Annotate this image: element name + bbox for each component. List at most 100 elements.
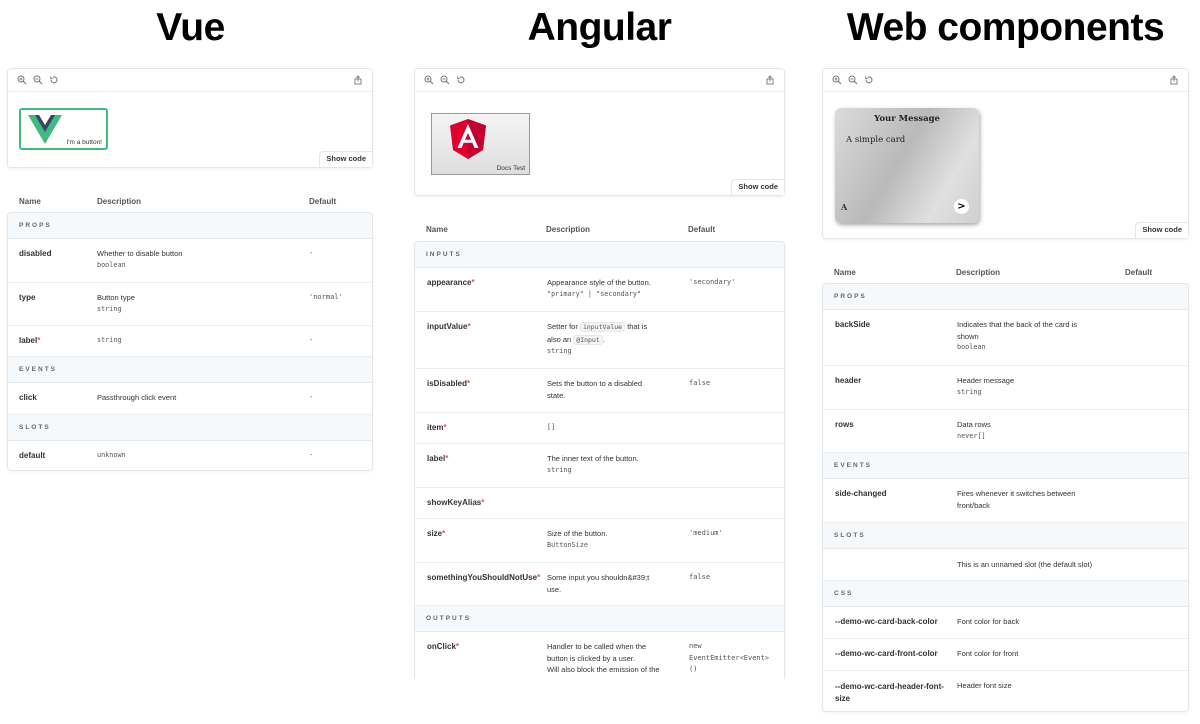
table-row: backSide Indicates that the back of the … <box>823 310 1188 366</box>
input-type: [] <box>547 423 556 431</box>
card-body: A simple card <box>846 135 906 145</box>
table-section-events: EVENTS <box>8 357 372 383</box>
prop-description: Whether to disable button boolean <box>97 249 183 269</box>
prop-name: backSide <box>835 320 871 329</box>
required-marker: * <box>37 336 41 345</box>
reset-zoom-icon[interactable] <box>862 73 876 87</box>
event-default: - <box>309 393 314 401</box>
css-var-description: Font color for back <box>957 617 1020 626</box>
table-row: This is an unnamed slot (the default slo… <box>823 549 1188 581</box>
angular-logo-icon <box>450 119 486 164</box>
prop-default: - <box>309 336 314 344</box>
table-row: type Button type string 'normal' <box>8 283 372 326</box>
vue-args-table: PROPS disabled Whether to disable button… <box>7 212 373 471</box>
table-row: header Header message string <box>823 366 1188 410</box>
card-header: Your Message <box>874 114 940 124</box>
angular-preview-toolbar <box>415 69 784 92</box>
angular-header-default: Default <box>688 225 716 234</box>
angular-demo-caption: Docs Test <box>496 165 525 172</box>
css-var-name: --demo-wc-card-back-color <box>835 617 938 626</box>
required-marker: * <box>467 379 471 388</box>
share-icon[interactable] <box>351 73 365 87</box>
prop-default: 'normal' <box>309 293 343 301</box>
input-default: false <box>689 573 711 581</box>
table-row: inputValue* Setter for inputValue that i… <box>415 312 784 369</box>
vue-header-default: Default <box>309 197 337 206</box>
share-icon[interactable] <box>763 73 777 87</box>
table-row: size* Size of the button. ButtonSize 'me… <box>415 519 784 563</box>
prop-name: rows <box>835 420 854 429</box>
prop-default: - <box>309 249 314 257</box>
zoom-in-icon[interactable] <box>830 73 844 87</box>
table-section-slots: SLOTS <box>8 415 372 441</box>
table-row: side-changed Fires whenever it switches … <box>823 479 1188 523</box>
input-name: label* <box>427 454 449 463</box>
css-var-name: --demo-wc-card-front-color <box>835 649 938 658</box>
table-row: click Passthrough click event - <box>8 383 372 415</box>
required-marker: * <box>442 529 446 538</box>
css-var-description: Font color for front <box>957 649 1019 658</box>
angular-header-name: Name <box>426 225 448 234</box>
event-name: side-changed <box>835 489 887 498</box>
table-row: somethingYouShouldNotUse* Some input you… <box>415 563 784 606</box>
zoom-in-icon[interactable] <box>15 73 29 87</box>
angular-demo-button[interactable]: Docs Test <box>431 113 530 175</box>
wc-args-table: PROPS backSide Indicates that the back o… <box>822 283 1189 712</box>
share-icon[interactable] <box>1167 73 1181 87</box>
event-description: Fires whenever it switches between front… <box>957 489 1076 510</box>
table-row: item* [] <box>415 413 784 444</box>
input-default: 'secondary' <box>689 278 736 286</box>
input-description: Appearance style of the button. "primary… <box>547 278 651 298</box>
vue-logo-icon <box>28 115 62 150</box>
event-name: click <box>19 393 37 402</box>
angular-title: Angular <box>527 6 672 49</box>
angular-header-description: Description <box>546 225 591 234</box>
vue-show-code-button[interactable]: Show code <box>319 151 372 167</box>
output-default: new EventEmitter<Event> () <box>689 642 770 673</box>
table-section-props: PROPS <box>823 284 1188 310</box>
slot-default: - <box>309 451 314 459</box>
zoom-out-icon[interactable] <box>31 73 45 87</box>
required-marker: * <box>467 322 471 331</box>
zoom-out-icon[interactable] <box>438 73 452 87</box>
css-var-name: --demo-wc-card-header-font- size <box>835 682 944 703</box>
prop-name: header <box>835 376 862 385</box>
wc-show-code-button[interactable]: Show code <box>1135 222 1188 238</box>
input-description: Size of the button. ButtonSize <box>547 529 608 549</box>
required-marker: * <box>443 423 447 432</box>
vue-title: Vue <box>156 6 225 49</box>
prop-description: Button type string <box>97 293 135 313</box>
output-name: onClick* <box>427 642 460 651</box>
wc-header-default: Default <box>1125 268 1153 277</box>
zoom-out-icon[interactable] <box>846 73 860 87</box>
reset-zoom-icon[interactable] <box>454 73 468 87</box>
angular-preview-panel: Docs Test Show code <box>414 68 785 196</box>
wc-demo-card[interactable]: Your Message A simple card A > <box>835 108 979 223</box>
css-var-description: Header font size <box>957 681 1012 690</box>
prop-description: Indicates that the back of the card is s… <box>957 320 1078 351</box>
input-name: isDisabled* <box>427 379 471 388</box>
output-description: Handler to be called when the button is … <box>547 642 660 674</box>
table-section-slots: SLOTS <box>823 523 1188 549</box>
prop-type: string <box>97 336 122 344</box>
table-row: --demo-wc-card-back-color Font color for… <box>823 607 1188 639</box>
wc-preview-panel: Your Message A simple card A > Show code <box>822 68 1189 239</box>
prop-name: disabled <box>19 249 52 258</box>
required-marker: * <box>445 454 449 463</box>
required-marker: * <box>455 642 460 651</box>
table-row: isDisabled* Sets the button to a disable… <box>415 369 784 413</box>
input-default: false <box>689 379 711 387</box>
table-section-inputs: INPUTS <box>415 242 784 268</box>
input-description: Some input you shouldn&#39;t use. <box>547 573 650 594</box>
prop-name: type <box>19 293 36 302</box>
angular-show-code-button[interactable]: Show code <box>731 179 784 195</box>
vue-preview-panel: I'm a button! Show code <box>7 68 373 168</box>
card-flip-button[interactable]: > <box>954 199 969 214</box>
reset-zoom-icon[interactable] <box>47 73 61 87</box>
slot-type: unknown <box>97 451 126 459</box>
zoom-in-icon[interactable] <box>422 73 436 87</box>
vue-header-name: Name <box>19 197 41 206</box>
vue-demo-button[interactable]: I'm a button! <box>19 108 108 150</box>
event-description: Passthrough click event <box>97 393 177 402</box>
table-section-css: CSS <box>823 581 1188 607</box>
